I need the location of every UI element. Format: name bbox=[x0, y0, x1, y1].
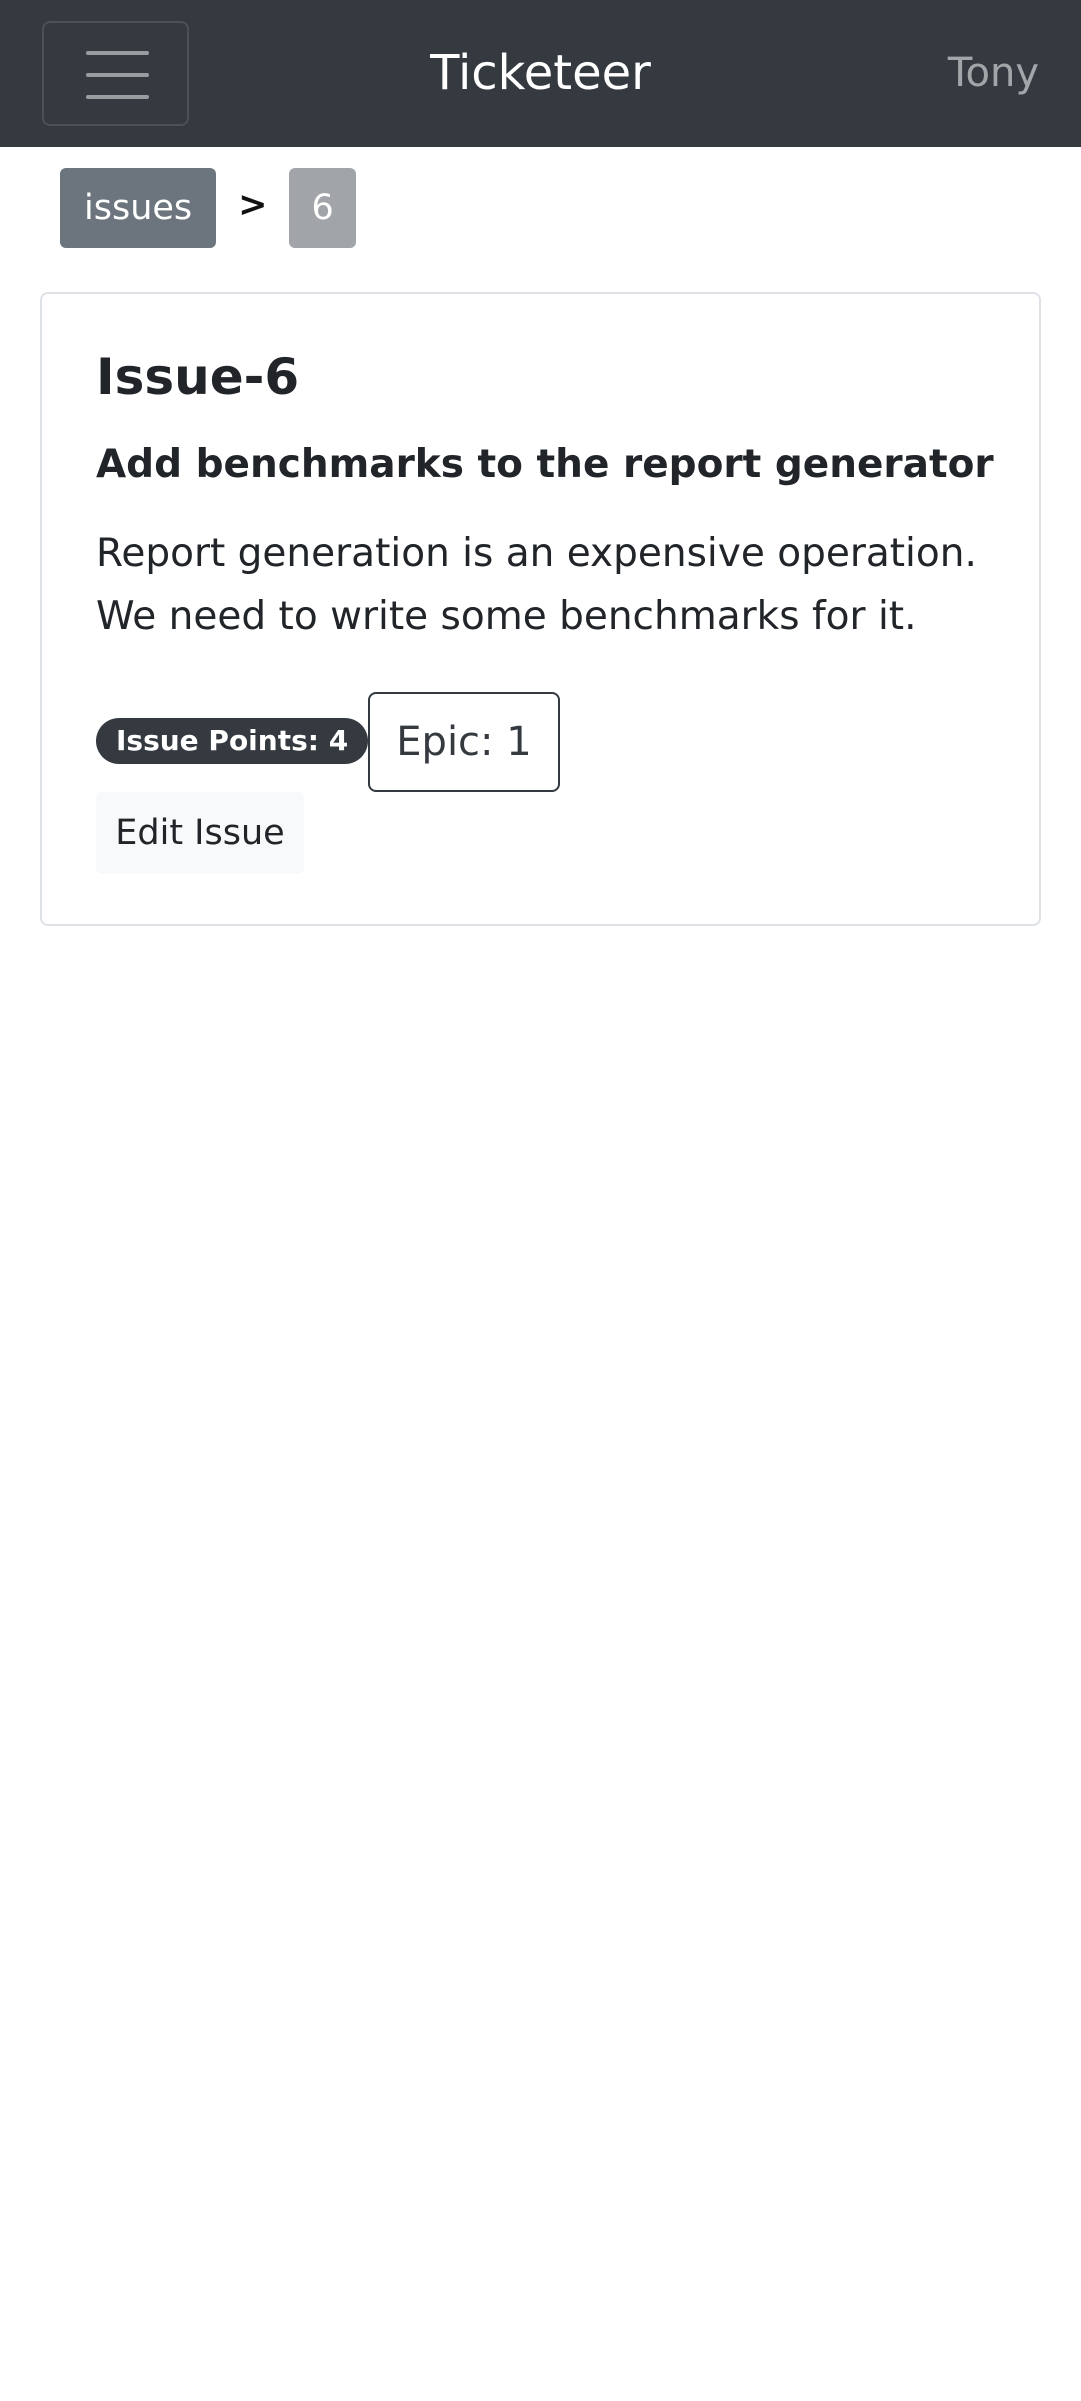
issue-title: Issue-6 bbox=[96, 348, 300, 406]
breadcrumb: issues > 6 bbox=[60, 168, 356, 248]
epic-button[interactable]: Epic: 1 bbox=[368, 692, 560, 792]
issue-points-badge: Issue Points: 4 bbox=[96, 718, 369, 764]
issue-description: Report generation is an expensive operat… bbox=[96, 531, 977, 639]
issue-summary: Add benchmarks to the report generator bbox=[96, 442, 994, 487]
hamburger-menu-icon-bar bbox=[86, 73, 149, 77]
hamburger-menu-icon bbox=[86, 51, 149, 55]
brand-title[interactable]: Ticketeer bbox=[430, 45, 651, 101]
hamburger-menu-icon-bar bbox=[86, 95, 149, 99]
issue-card: Issue-6 Add benchmarks to the report gen… bbox=[40, 292, 1041, 926]
breadcrumb-issues-link[interactable]: issues bbox=[60, 168, 217, 248]
edit-issue-button[interactable]: Edit Issue bbox=[96, 792, 304, 874]
menu-toggle-button[interactable] bbox=[42, 21, 189, 126]
user-name-link[interactable]: Tony bbox=[948, 0, 1039, 147]
breadcrumb-current-issue: 6 bbox=[289, 168, 356, 248]
breadcrumb-separator: > bbox=[238, 185, 268, 225]
top-navbar: Ticketeer Tony bbox=[0, 0, 1081, 147]
